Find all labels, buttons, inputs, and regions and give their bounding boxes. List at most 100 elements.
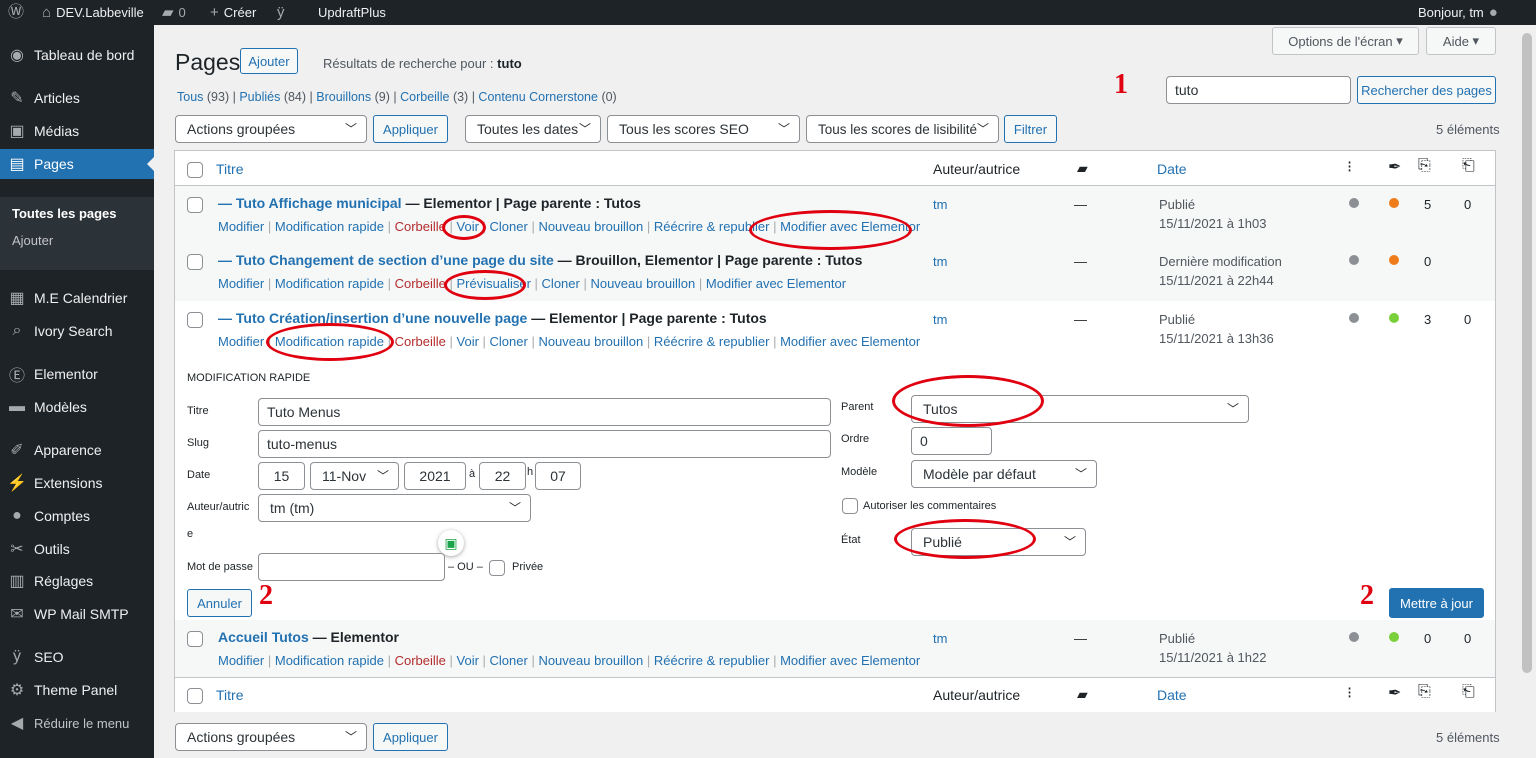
action-quick[interactable]: Modification rapide [275,334,384,349]
row-author[interactable]: tm [933,254,947,269]
comment-column-icon[interactable]: ▰ [1077,160,1088,177]
row-author[interactable]: tm [933,197,947,212]
action-elementor[interactable]: Modifier avec Elementor [706,276,846,291]
action-clone[interactable]: Cloner [490,653,528,668]
action-edit[interactable]: Modifier [218,219,264,234]
menu-item-media[interactable]: ▣ Médias [0,116,154,146]
action-rewrite[interactable]: Réécrire & republier [654,653,770,668]
action-trash[interactable]: Corbeille [395,276,446,291]
month-select[interactable]: 11-Nov ﹀ [310,462,399,490]
row-title-link[interactable]: — Tuto Affichage municipal [218,195,402,211]
update-button[interactable]: Mettre à jour [1389,588,1484,618]
scrollbar[interactable] [1518,25,1536,758]
action-quick[interactable]: Modification rapide [275,276,384,291]
row-checkbox[interactable] [187,631,203,647]
dates-filter-select[interactable]: Toutes les dates ﹀ [465,115,601,143]
apply-button-top[interactable]: Appliquer [373,115,448,143]
action-view[interactable]: Voir [457,334,479,349]
row-checkbox[interactable] [187,197,203,213]
column-date[interactable]: Date [1157,161,1187,177]
action-view[interactable]: Voir [457,653,479,668]
action-newdraft[interactable]: Nouveau brouillon [538,334,643,349]
action-preview[interactable]: Prévisualiser [457,276,531,291]
my-account[interactable]: Bonjour, tm ● [1418,0,1498,25]
author-select[interactable]: tm (tm) ﹀ [258,494,531,522]
menu-item-page[interactable]: ▤ Pages [0,149,154,179]
menu-item-settings[interactable]: ▥ Réglages [0,566,154,596]
action-edit[interactable]: Modifier [218,334,264,349]
comments-link[interactable]: ▰ 0 [162,0,186,25]
action-edit[interactable]: Modifier [218,653,264,668]
hour-input[interactable]: 22 [479,462,526,490]
day-input[interactable]: 15 [258,462,305,490]
select-all-checkbox[interactable] [187,162,203,178]
menu-item-folder[interactable]: ▬ Modèles [0,392,154,422]
row-title-link[interactable]: — Tuto Changement de section d’une page … [218,252,554,268]
menu-item-brush[interactable]: ✐ Apparence [0,435,154,465]
column-title-bottom[interactable]: Titre [216,687,243,703]
action-trash[interactable]: Corbeille [395,334,446,349]
submenu-add[interactable]: Ajouter [12,233,53,248]
action-newdraft[interactable]: Nouveau brouillon [538,219,643,234]
column-title[interactable]: Titre [216,161,243,177]
yoast-bar-icon[interactable]: ÿ [277,0,285,25]
filter-drafts[interactable]: Brouillons [316,90,371,104]
action-quick[interactable]: Modification rapide [275,219,384,234]
action-elementor[interactable]: Modifier avec Elementor [780,653,920,668]
template-select[interactable]: Modèle par défaut ﹀ [911,460,1097,488]
filter-published[interactable]: Publiés [239,90,280,104]
row-title-link[interactable]: Accueil Tutos [218,629,309,645]
filter-cornerstone[interactable]: Contenu Cornerstone [478,90,598,104]
action-newdraft[interactable]: Nouveau brouillon [590,276,695,291]
apply-button-bottom[interactable]: Appliquer [373,723,448,751]
row-checkbox[interactable] [187,312,203,328]
row-checkbox[interactable] [187,254,203,270]
action-rewrite[interactable]: Réécrire & republier [654,219,770,234]
cancel-button[interactable]: Annuler [187,589,252,617]
parent-select[interactable]: Tutos ﹀ [911,395,1249,423]
row-author[interactable]: tm [933,312,947,327]
action-elementor[interactable]: Modifier avec Elementor [780,334,920,349]
column-date-bottom[interactable]: Date [1157,687,1187,703]
state-select[interactable]: Publié ﹀ [911,528,1086,556]
action-clone[interactable]: Cloner [490,219,528,234]
search-input[interactable]: tuto [1166,76,1351,104]
site-name-link[interactable]: ⌂ DEV.Labbeville [42,0,144,25]
row-author[interactable]: tm [933,631,947,646]
menu-item-yoast[interactable]: ÿ SEO [0,642,154,672]
action-quick[interactable]: Modification rapide [275,653,384,668]
menu-item-plugin[interactable]: ⚡ Extensions [0,468,154,498]
action-newdraft[interactable]: Nouveau brouillon [538,653,643,668]
action-edit[interactable]: Modifier [218,276,264,291]
menu-item-user[interactable]: ● Comptes [0,501,154,531]
new-content-link[interactable]: + Créer [210,0,256,25]
updraftplus-link[interactable]: UpdraftPlus [318,0,386,25]
minute-input[interactable]: 07 [535,462,581,490]
menu-item-wrench[interactable]: ✂ Outils [0,534,154,564]
action-clone[interactable]: Cloner [490,334,528,349]
row-title-link[interactable]: — Tuto Création/insertion d’une nouvelle… [218,310,527,326]
year-input[interactable]: 2021 [404,462,466,490]
menu-item-dashboard[interactable]: ◉ Tableau de bord [0,40,154,70]
help-button[interactable]: Aide ▾ [1426,27,1496,55]
bulk-actions-select-bottom[interactable]: Actions groupées ﹀ [175,723,367,751]
comment-column-icon[interactable]: ▰ [1077,686,1088,703]
menu-item-gear[interactable]: ⚙ Theme Panel [0,675,154,705]
seo-score-select[interactable]: Tous les scores SEO ﹀ [607,115,800,143]
action-rewrite[interactable]: Réécrire & republier [654,334,770,349]
action-clone[interactable]: Cloner [542,276,580,291]
action-view[interactable]: Voir [457,219,479,234]
select-all-checkbox-bottom[interactable] [187,688,203,704]
submenu-all-pages[interactable]: Toutes les pages [12,206,117,221]
menu-item-mail[interactable]: ✉ WP Mail SMTP [0,599,154,629]
readability-score-select[interactable]: Tous les scores de lisibilité ﹀ [806,115,999,143]
search-pages-button[interactable]: Rechercher des pages [1357,76,1496,104]
bulk-actions-select-top[interactable]: Actions groupées ﹀ [175,115,367,143]
screen-options-button[interactable]: Options de l'écran ▾ [1272,27,1419,55]
grammar-assistant-icon[interactable]: ▣ [438,530,464,556]
action-trash[interactable]: Corbeille [395,219,446,234]
action-elementor[interactable]: Modifier avec Elementor [780,219,920,234]
private-checkbox[interactable] [489,560,505,576]
menu-item-calendar[interactable]: ▦ M.E Calendrier [0,283,154,313]
menu-item-pin[interactable]: ✎ Articles [0,83,154,113]
